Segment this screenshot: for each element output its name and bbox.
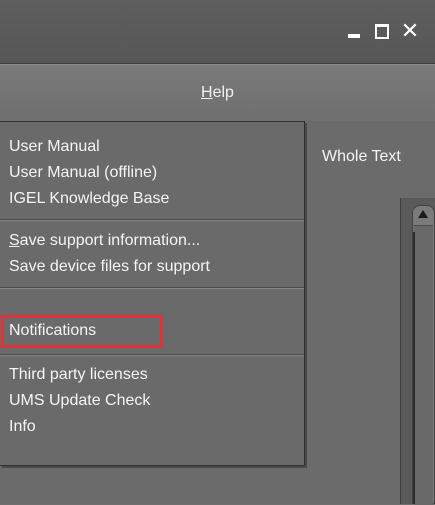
scrollbar-thumb[interactable] — [414, 225, 433, 505]
save-support-mnemonic: S — [9, 232, 20, 249]
menu-item-user-manual-offline[interactable]: User Manual (offline) — [9, 160, 157, 186]
maximize-icon[interactable] — [370, 17, 394, 45]
menu-item-info[interactable]: Info — [9, 414, 36, 440]
menu-bar: Help — [0, 64, 435, 122]
title-bar: ✕ — [0, 0, 435, 64]
menu-help[interactable]: Help — [0, 65, 435, 121]
scroll-up-arrow-icon[interactable] — [418, 210, 428, 218]
menu-item-third-party-licenses[interactable]: Third party licenses — [9, 362, 148, 388]
menu-item-user-manual[interactable]: User Manual — [9, 134, 100, 160]
menu-separator — [0, 354, 304, 356]
menu-separator — [0, 219, 304, 221]
menu-item-ums-update-check[interactable]: UMS Update Check — [9, 388, 150, 414]
close-icon[interactable]: ✕ — [398, 17, 422, 45]
menu-separator — [0, 287, 304, 289]
menu-help-label: elp — [212, 84, 234, 101]
menu-item-save-device-files[interactable]: Save device files for support — [9, 254, 210, 280]
save-support-label: ave support information... — [19, 232, 201, 249]
help-menu-dropdown: User Manual User Manual (offline) IGEL K… — [0, 121, 305, 466]
text-area-edge — [413, 232, 415, 504]
menu-item-save-support-information[interactable]: Save support information... — [9, 228, 200, 254]
menu-item-igel-knowledge-base[interactable]: IGEL Knowledge Base — [9, 186, 169, 212]
menu-item-notifications[interactable]: Notifications — [9, 318, 96, 344]
menu-help-mnemonic: H — [201, 84, 213, 101]
tab-whole-text[interactable]: Whole Text — [322, 148, 401, 166]
minimize-icon[interactable] — [342, 17, 366, 45]
